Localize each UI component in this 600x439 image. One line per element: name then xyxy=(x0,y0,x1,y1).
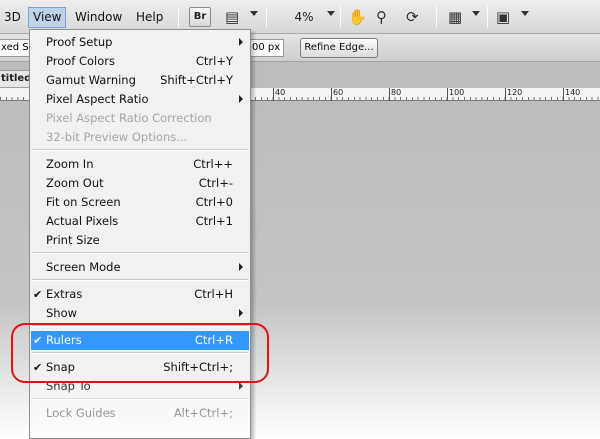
menu-3d[interactable]: 3D xyxy=(0,7,25,28)
ruler-label: 140 xyxy=(565,88,581,97)
toolbar-divider xyxy=(436,6,437,28)
menu-item-fit-on-screen[interactable]: Fit on Screen Ctrl+0 xyxy=(31,193,249,212)
arrange-documents-icon[interactable]: ▦ xyxy=(448,8,462,26)
hand-tool-icon[interactable]: ✋ xyxy=(348,8,367,26)
ruler-label: 60 xyxy=(333,88,344,97)
ruler-major-tick xyxy=(331,88,332,101)
submenu-arrow-icon xyxy=(239,38,243,46)
menu-view[interactable]: View xyxy=(28,7,67,28)
menu-item-label: Zoom Out xyxy=(46,176,104,190)
chevron-down-icon[interactable] xyxy=(472,11,480,16)
menu-item-zoom-out[interactable]: Zoom Out Ctrl+- xyxy=(31,174,249,193)
menu-separator xyxy=(32,252,248,254)
menu-item-label: Gamut Warning xyxy=(46,73,136,87)
zoom-tool-icon[interactable]: ⚲ xyxy=(376,8,387,26)
menu-item-label: Proof Colors xyxy=(46,54,115,68)
menu-item-label: Print Size xyxy=(46,233,100,247)
menu-item-label: Screen Mode xyxy=(46,260,121,274)
menu-item-shortcut: Ctrl+- xyxy=(198,176,233,190)
menu-item-print-size[interactable]: Print Size xyxy=(31,231,249,250)
menu-item-extras[interactable]: ✔ Extras Ctrl+H xyxy=(31,285,249,304)
menu-item-shortcut: Ctrl+1 xyxy=(195,214,233,228)
menu-item-lock-guides[interactable]: Lock Guides Alt+Ctrl+; xyxy=(31,404,249,423)
menu-item-shortcut: Ctrl++ xyxy=(193,157,233,171)
menu-window[interactable]: Window xyxy=(71,7,126,28)
ruler-label: 100 xyxy=(449,88,465,97)
bridge-button[interactable]: Br xyxy=(189,7,211,27)
screen-mode-icon[interactable]: ▣ xyxy=(496,8,510,26)
chevron-down-icon[interactable] xyxy=(521,11,529,16)
menu-separator xyxy=(32,279,248,281)
menu-separator xyxy=(32,149,248,151)
ruler-major-tick xyxy=(563,88,564,101)
submenu-arrow-icon xyxy=(239,95,243,103)
menu-item-label: 32-bit Preview Options... xyxy=(46,130,188,144)
menu-help[interactable]: Help xyxy=(132,7,167,28)
menu-separator xyxy=(32,398,248,400)
menu-item-zoom-in[interactable]: Zoom In Ctrl++ xyxy=(31,155,249,174)
toolbar-divider xyxy=(266,6,267,28)
ruler-major-tick xyxy=(389,88,390,101)
refine-edge-button[interactable]: Refine Edge... xyxy=(300,38,378,58)
toolbar-divider xyxy=(487,6,488,28)
menu-item-shortcut: Shift+Ctrl+Y xyxy=(160,73,233,87)
height-field[interactable]: 00 px xyxy=(248,39,284,57)
menu-item-shortcut: Alt+Ctrl+; xyxy=(173,406,233,420)
menu-item-proof-setup[interactable]: Proof Setup xyxy=(31,33,249,52)
ruler-major-tick xyxy=(273,88,274,101)
menu-item-pixel-aspect-ratio[interactable]: Pixel Aspect Ratio xyxy=(31,90,249,109)
menu-item-label: Actual Pixels xyxy=(46,214,119,228)
menu-item-label: Lock Guides xyxy=(46,406,116,420)
rotate-view-icon[interactable]: ⟳ xyxy=(406,8,419,26)
ruler-label: 40 xyxy=(275,88,286,97)
submenu-arrow-icon xyxy=(239,382,243,390)
chevron-down-icon[interactable] xyxy=(250,11,258,16)
menu-item-proof-colors[interactable]: Proof Colors Ctrl+Y xyxy=(31,52,249,71)
menu-item-shortcut: Ctrl+0 xyxy=(195,195,233,209)
menu-item-label: Show xyxy=(46,306,78,320)
ruler-major-tick xyxy=(505,88,506,101)
chevron-down-icon[interactable] xyxy=(327,11,335,16)
menu-item-label: Extras xyxy=(46,287,83,301)
toolbar-divider xyxy=(340,6,341,28)
ruler-label: 120 xyxy=(507,88,523,97)
menu-item-label: Pixel Aspect Ratio Correction xyxy=(46,111,212,125)
menu-item-label: Proof Setup xyxy=(46,35,113,49)
menu-item-label: Zoom In xyxy=(46,157,94,171)
ruler-label: 80 xyxy=(391,88,402,97)
film-strip-icon[interactable]: ▤ xyxy=(225,8,239,26)
zoom-level-field[interactable]: 4% xyxy=(274,7,334,27)
highlight-callout xyxy=(11,323,269,383)
menu-item-32-bit-preview-options: 32-bit Preview Options... xyxy=(31,128,249,147)
toolbar-divider xyxy=(178,6,179,28)
ruler-major-tick xyxy=(447,88,448,101)
menu-item-shortcut: Ctrl+H xyxy=(194,287,233,301)
menu-item-label: Pixel Aspect Ratio xyxy=(46,92,149,106)
menu-item-show[interactable]: Show xyxy=(31,304,249,323)
menu-item-shortcut: Ctrl+Y xyxy=(195,54,233,68)
submenu-arrow-icon xyxy=(239,263,243,271)
menu-item-screen-mode[interactable]: Screen Mode xyxy=(31,258,249,277)
submenu-arrow-icon xyxy=(239,309,243,317)
menu-item-pixel-aspect-ratio-correction: Pixel Aspect Ratio Correction xyxy=(31,109,249,128)
menu-item-label: Fit on Screen xyxy=(46,195,121,209)
checkmark-icon: ✔ xyxy=(33,288,43,301)
menu-item-actual-pixels[interactable]: Actual Pixels Ctrl+1 xyxy=(31,212,249,231)
menu-item-gamut-warning[interactable]: Gamut Warning Shift+Ctrl+Y xyxy=(31,71,249,90)
